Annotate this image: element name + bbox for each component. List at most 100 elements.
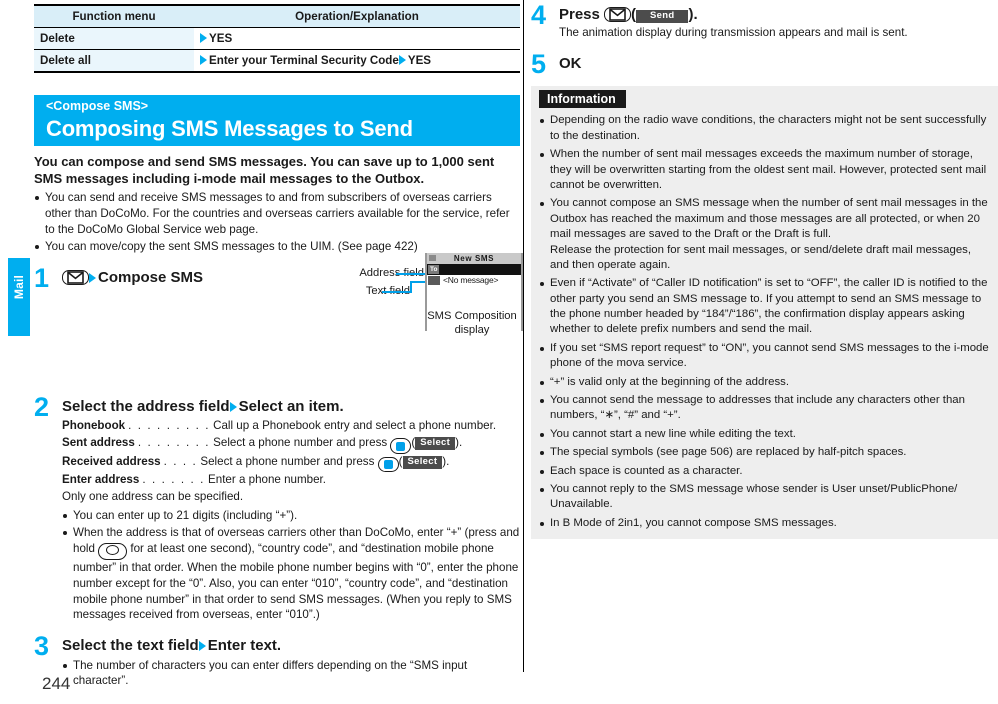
information-box: Information Depending on the radio wave … <box>531 86 998 540</box>
information-heading: Information <box>539 90 626 109</box>
center-key-icon <box>377 456 399 473</box>
table-cell-menu-delete: Delete <box>34 27 194 50</box>
option-term: Enter address <box>62 473 140 487</box>
step-4-action-tail: ). <box>688 6 698 23</box>
list-item-text: You cannot compose an SMS message when t… <box>550 197 988 241</box>
phone-caption-line-1: SMS Composition <box>427 310 517 322</box>
step-3-bullet-list: The number of characters you can enter d… <box>62 658 520 690</box>
list-item: If you set “SMS report request” to “ON”,… <box>539 341 990 372</box>
page-number: 244 <box>42 674 71 693</box>
step-4-heading: Press (Send). <box>559 6 698 23</box>
dot-leader: . . . . . . . . <box>137 436 211 450</box>
callout-leader-line-text-h <box>382 291 412 293</box>
list-item: Phonebook . . . . . . . . . Call up a Ph… <box>62 418 520 435</box>
step-2-action-1: Select the address field <box>62 398 230 416</box>
option-description: Select a phone number and press (Select)… <box>200 454 449 473</box>
side-tab-label: Mail <box>12 274 26 300</box>
option-description: Enter a phone number. <box>208 473 326 487</box>
softkey-select: Select <box>402 455 443 469</box>
list-item-subparagraph: Release the protection for sent mail mes… <box>550 243 972 271</box>
page-title: Composing SMS Messages to Send <box>46 115 413 141</box>
clear-key-ellipse <box>106 545 120 556</box>
list-item: You cannot send the message to addresses… <box>539 393 990 424</box>
softkey-select: Select <box>415 437 456 451</box>
list-item: The number of characters you can enter d… <box>62 658 520 690</box>
list-item: When the number of sent mail messages ex… <box>539 147 990 193</box>
text-field-icon <box>428 276 440 285</box>
dot-leader: . . . . . . . . . <box>128 419 211 433</box>
list-item: You cannot reply to the SMS message whos… <box>539 482 990 513</box>
bullet-text-after: for at least one second), “country code”… <box>73 542 519 622</box>
list-item: Depending on the radio wave conditions, … <box>539 113 990 144</box>
step-2-option-list: Phonebook . . . . . . . . . Call up a Ph… <box>62 418 520 489</box>
step-4-action: Press <box>559 6 600 23</box>
triangle-marker-icon <box>398 55 406 65</box>
step-3: 3 Select the text field Enter text. The n… <box>34 633 520 690</box>
list-item: You cannot start a new line while editin… <box>539 427 990 442</box>
phone-caption-line-2: display <box>454 324 490 337</box>
phone-composition-illustration: Address field Text field New SMS To <No … <box>296 245 523 350</box>
step-number: 3 <box>34 631 50 662</box>
dot-leader: . . . . . . . <box>142 473 206 487</box>
information-list: Depending on the radio wave conditions, … <box>539 113 990 531</box>
center-key-dot <box>383 460 393 470</box>
triangle-marker-icon <box>200 33 207 43</box>
list-item: “+” is valid only at the beginning of th… <box>539 375 990 390</box>
table-cell-operation-delete: YES <box>194 27 520 50</box>
step-number: 1 <box>34 262 50 293</box>
step-3-heading: Select the text field Enter text. <box>62 637 520 654</box>
list-item: Each space is counted as a character. <box>539 464 990 479</box>
callout-leader-line-address <box>396 273 425 275</box>
triangle-marker-icon <box>198 641 206 652</box>
manual-page: Mail Function menu Operation/Explanation… <box>0 0 998 704</box>
operation-text-2: YES <box>407 54 432 67</box>
phone-title-text: New SMS <box>453 254 495 263</box>
list-item: Even if “Activate” of “Caller ID notific… <box>539 276 990 338</box>
table-cell-menu-delete-all: Delete all <box>34 49 194 73</box>
step-2: 2 Select the address field Select an item… <box>34 394 520 623</box>
option-description-text: Select a phone number and press <box>200 454 375 468</box>
list-item: Enter address . . . . . . . Enter a phon… <box>62 472 520 489</box>
option-description-tail: ). <box>455 436 463 450</box>
list-item: In B Mode of 2in1, you cannot compose SM… <box>539 516 990 531</box>
step-3-action-1: Select the text field <box>62 637 199 655</box>
step-5: 5 OK <box>531 51 998 78</box>
step-number: 5 <box>531 49 547 80</box>
option-description-text: Select a phone number and press <box>213 436 388 450</box>
list-item: You cannot compose an SMS message when t… <box>539 196 990 273</box>
list-item: You can send and receive SMS messages to… <box>34 190 520 238</box>
list-item: You can enter up to 21 digits (including… <box>62 508 520 524</box>
function-menu-table: Function menu Operation/Explanation Dele… <box>34 4 520 73</box>
to-badge: To <box>428 265 440 274</box>
option-description: Call up a Phonebook entry and select a p… <box>213 419 497 433</box>
triangle-marker-icon <box>229 402 237 413</box>
operation-text: YES <box>209 32 233 45</box>
list-item: When the address is that of overseas car… <box>62 525 520 623</box>
list-item: The special symbols (see page 506) are r… <box>539 445 990 460</box>
step-2-bullet-list: You can enter up to 21 digits (including… <box>62 508 520 623</box>
table-header-operation: Operation/Explanation <box>194 4 520 28</box>
option-term: Phonebook <box>62 419 126 433</box>
left-column: Function menu Operation/Explanation Dele… <box>34 4 523 690</box>
softkey-send: Send <box>636 10 689 23</box>
step-4: 4 Press (Send). The animation display du… <box>531 2 998 41</box>
phone-screen-title: New SMS <box>427 253 521 264</box>
option-description-tail: ). <box>442 454 450 468</box>
table-row: Delete YES <box>34 27 520 50</box>
phone-text-row: <No message> <box>427 275 521 287</box>
clear-key-icon <box>98 543 128 560</box>
section-banner: <Compose SMS> Composing SMS Messages to … <box>34 95 520 146</box>
step-number: 4 <box>531 0 547 30</box>
callout-leader-line-text-top <box>410 281 426 283</box>
step-2-note: Only one address can be specified. <box>62 490 244 504</box>
dot-leader: . . . . <box>163 454 198 468</box>
phone-caption: SMS Composition display <box>420 309 524 338</box>
step-2-heading: Select the address field Select an item. <box>62 398 520 415</box>
triangle-marker-icon <box>89 272 96 283</box>
list-item: Sent address . . . . . . . . Select a ph… <box>62 435 520 454</box>
step-number: 2 <box>34 392 50 423</box>
phone-address-row: To <box>427 264 521 275</box>
center-key-dot <box>396 441 406 451</box>
option-description: Select a phone number and press (Select)… <box>213 435 462 454</box>
step-1-action: Compose SMS <box>98 268 204 286</box>
